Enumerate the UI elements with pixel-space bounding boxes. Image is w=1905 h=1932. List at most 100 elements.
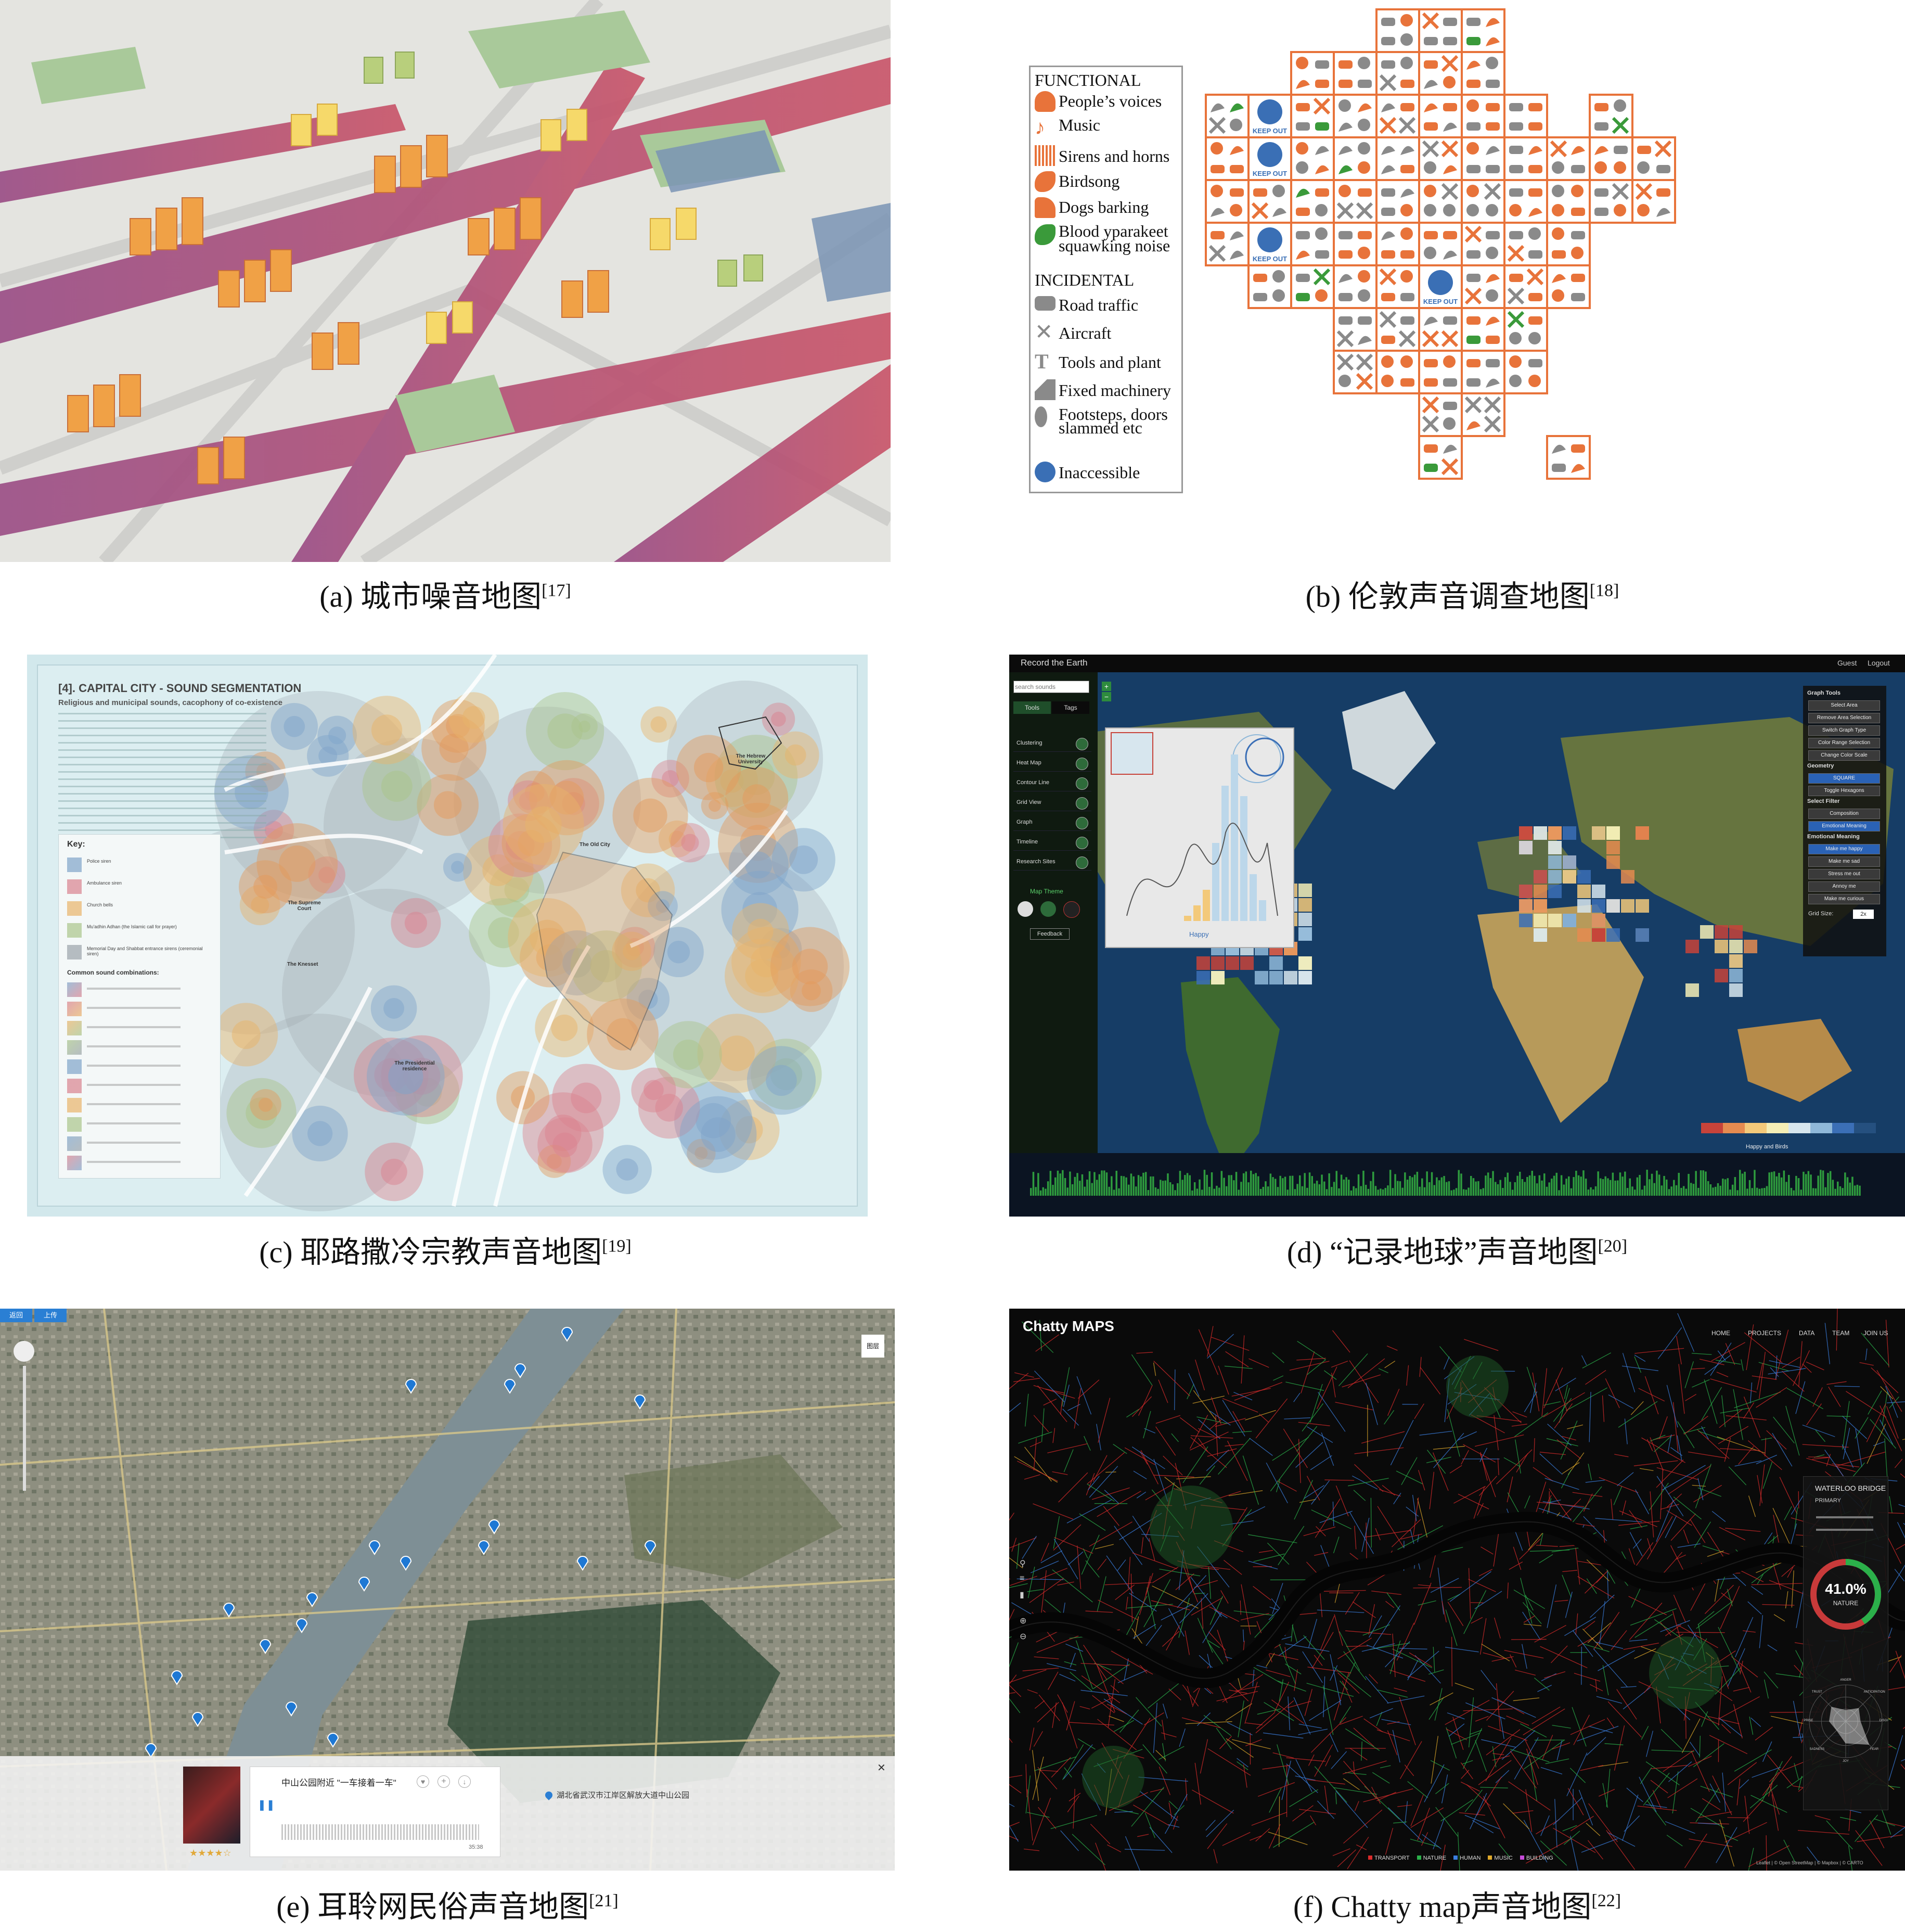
sound-tile[interactable] bbox=[1333, 264, 1378, 309]
heat-cell[interactable] bbox=[1744, 940, 1757, 953]
track-thumbnail[interactable] bbox=[183, 1767, 240, 1844]
heat-cell[interactable] bbox=[1548, 841, 1562, 854]
right-panel-button[interactable]: Make me curious bbox=[1808, 894, 1880, 904]
sound-tile[interactable] bbox=[1333, 179, 1378, 224]
heat-cell[interactable] bbox=[1534, 870, 1547, 884]
heat-cell[interactable] bbox=[1636, 899, 1649, 913]
sound-tile[interactable] bbox=[1375, 222, 1420, 266]
legend-entry[interactable]: BUILDING bbox=[1520, 1855, 1553, 1861]
heat-cell[interactable] bbox=[1563, 870, 1576, 884]
heat-cell[interactable] bbox=[1592, 826, 1605, 840]
sound-tile[interactable] bbox=[1546, 179, 1591, 224]
heat-cell[interactable] bbox=[1636, 826, 1649, 840]
heat-cell[interactable] bbox=[1606, 928, 1620, 942]
sound-tile[interactable] bbox=[1461, 51, 1505, 96]
star-rating[interactable]: ★★★★☆ bbox=[189, 1848, 231, 1859]
sound-tile[interactable] bbox=[1546, 222, 1591, 266]
sound-tile[interactable] bbox=[1418, 179, 1463, 224]
heat-cell[interactable] bbox=[1548, 855, 1562, 869]
sound-tile[interactable]: KEEP OUT bbox=[1247, 94, 1292, 138]
sound-tile[interactable] bbox=[1247, 179, 1292, 224]
heat-cell[interactable] bbox=[1211, 956, 1225, 970]
heat-cell[interactable] bbox=[1592, 928, 1605, 942]
sound-tile[interactable] bbox=[1375, 51, 1420, 96]
info-icon[interactable]: ▮ bbox=[1020, 1590, 1033, 1605]
heat-cell[interactable] bbox=[1729, 983, 1743, 997]
sound-tile[interactable] bbox=[1461, 136, 1505, 181]
like-icon[interactable]: ♥ bbox=[417, 1775, 429, 1788]
tool-item[interactable]: Graph bbox=[1013, 816, 1091, 831]
sound-tile[interactable] bbox=[1205, 94, 1250, 138]
sound-tile[interactable] bbox=[1461, 94, 1505, 138]
waveform[interactable] bbox=[281, 1824, 479, 1840]
zoom-slider[interactable] bbox=[23, 1366, 26, 1491]
zoom-out-icon[interactable]: ⊖ bbox=[1020, 1631, 1033, 1647]
heat-cell[interactable] bbox=[1269, 971, 1283, 984]
heat-cell[interactable] bbox=[1255, 971, 1268, 984]
sound-tile[interactable] bbox=[1375, 136, 1420, 181]
sound-tile[interactable] bbox=[1461, 264, 1505, 309]
sound-tile[interactable] bbox=[1418, 307, 1463, 352]
sound-tile[interactable] bbox=[1503, 94, 1548, 138]
tab-tags[interactable]: Tags bbox=[1052, 701, 1089, 714]
tool-item[interactable]: Contour Line bbox=[1013, 776, 1091, 791]
sound-tile[interactable] bbox=[1503, 350, 1548, 394]
sound-tile[interactable] bbox=[1461, 350, 1505, 394]
sound-tile[interactable] bbox=[1418, 136, 1463, 181]
right-panel-button[interactable]: Remove Area Selection bbox=[1808, 713, 1880, 723]
heat-cell[interactable] bbox=[1519, 841, 1533, 854]
sound-tile[interactable] bbox=[1418, 8, 1463, 53]
volume-slider-1[interactable] bbox=[1816, 1516, 1873, 1518]
heat-cell[interactable] bbox=[1685, 983, 1699, 997]
heat-cell[interactable] bbox=[1298, 898, 1312, 912]
heat-cell[interactable] bbox=[1729, 969, 1743, 982]
zoom-out-button[interactable]: − bbox=[1102, 692, 1111, 701]
play-button[interactable]: ❚❚ bbox=[258, 1798, 275, 1812]
heat-cell[interactable] bbox=[1715, 940, 1728, 953]
heat-cell[interactable] bbox=[1563, 855, 1576, 869]
nav-back-button[interactable]: 返回 bbox=[0, 1309, 32, 1322]
heat-cell[interactable] bbox=[1577, 870, 1591, 884]
nav-link[interactable]: DATA bbox=[1799, 1329, 1814, 1337]
heat-cell[interactable] bbox=[1621, 870, 1634, 884]
volume-slider-2[interactable] bbox=[1816, 1529, 1873, 1531]
heat-cell[interactable] bbox=[1298, 971, 1312, 984]
sound-tile[interactable] bbox=[1589, 179, 1633, 224]
sound-tile[interactable] bbox=[1546, 435, 1591, 480]
heat-cell[interactable] bbox=[1298, 913, 1312, 926]
heat-cell[interactable] bbox=[1715, 925, 1728, 939]
sound-tile[interactable] bbox=[1418, 350, 1463, 394]
brand-logo[interactable]: Record the Earth bbox=[1021, 658, 1088, 668]
sound-tile[interactable] bbox=[1205, 136, 1250, 181]
heat-cell[interactable] bbox=[1729, 925, 1743, 939]
right-panel-button[interactable]: Make me sad bbox=[1808, 856, 1880, 867]
theme-globe-icon-1[interactable] bbox=[1018, 901, 1033, 917]
heat-cell[interactable] bbox=[1284, 971, 1297, 984]
heat-cell[interactable] bbox=[1563, 914, 1576, 927]
sound-tile[interactable]: KEEP OUT bbox=[1247, 136, 1292, 181]
sound-tile[interactable] bbox=[1461, 392, 1505, 437]
sound-tile[interactable] bbox=[1333, 222, 1378, 266]
sound-tile[interactable] bbox=[1546, 264, 1591, 309]
right-panel-button[interactable]: Annoy me bbox=[1808, 881, 1880, 892]
right-panel-button[interactable]: Change Color Scale bbox=[1808, 750, 1880, 761]
sound-tile[interactable] bbox=[1290, 264, 1335, 309]
heat-cell[interactable] bbox=[1196, 971, 1210, 984]
heat-cell[interactable] bbox=[1729, 940, 1743, 953]
heat-cell[interactable] bbox=[1592, 885, 1605, 898]
right-panel-button[interactable]: Composition bbox=[1808, 809, 1880, 819]
heat-cell[interactable] bbox=[1519, 914, 1533, 927]
nav-link[interactable]: TEAM bbox=[1832, 1329, 1849, 1337]
sound-tile[interactable] bbox=[1375, 307, 1420, 352]
heat-cell[interactable] bbox=[1606, 826, 1620, 840]
sound-tile[interactable] bbox=[1375, 264, 1420, 309]
sound-tile[interactable] bbox=[1375, 350, 1420, 394]
nav-link[interactable]: PROJECTS bbox=[1748, 1329, 1781, 1337]
sound-tile[interactable] bbox=[1503, 264, 1548, 309]
sound-tile[interactable] bbox=[1375, 179, 1420, 224]
sound-tile[interactable] bbox=[1589, 94, 1633, 138]
sound-tile[interactable] bbox=[1247, 264, 1292, 309]
sound-tile[interactable] bbox=[1503, 136, 1548, 181]
tool-item[interactable]: Timeline bbox=[1013, 836, 1091, 851]
tool-item[interactable]: Heat Map bbox=[1013, 757, 1091, 772]
